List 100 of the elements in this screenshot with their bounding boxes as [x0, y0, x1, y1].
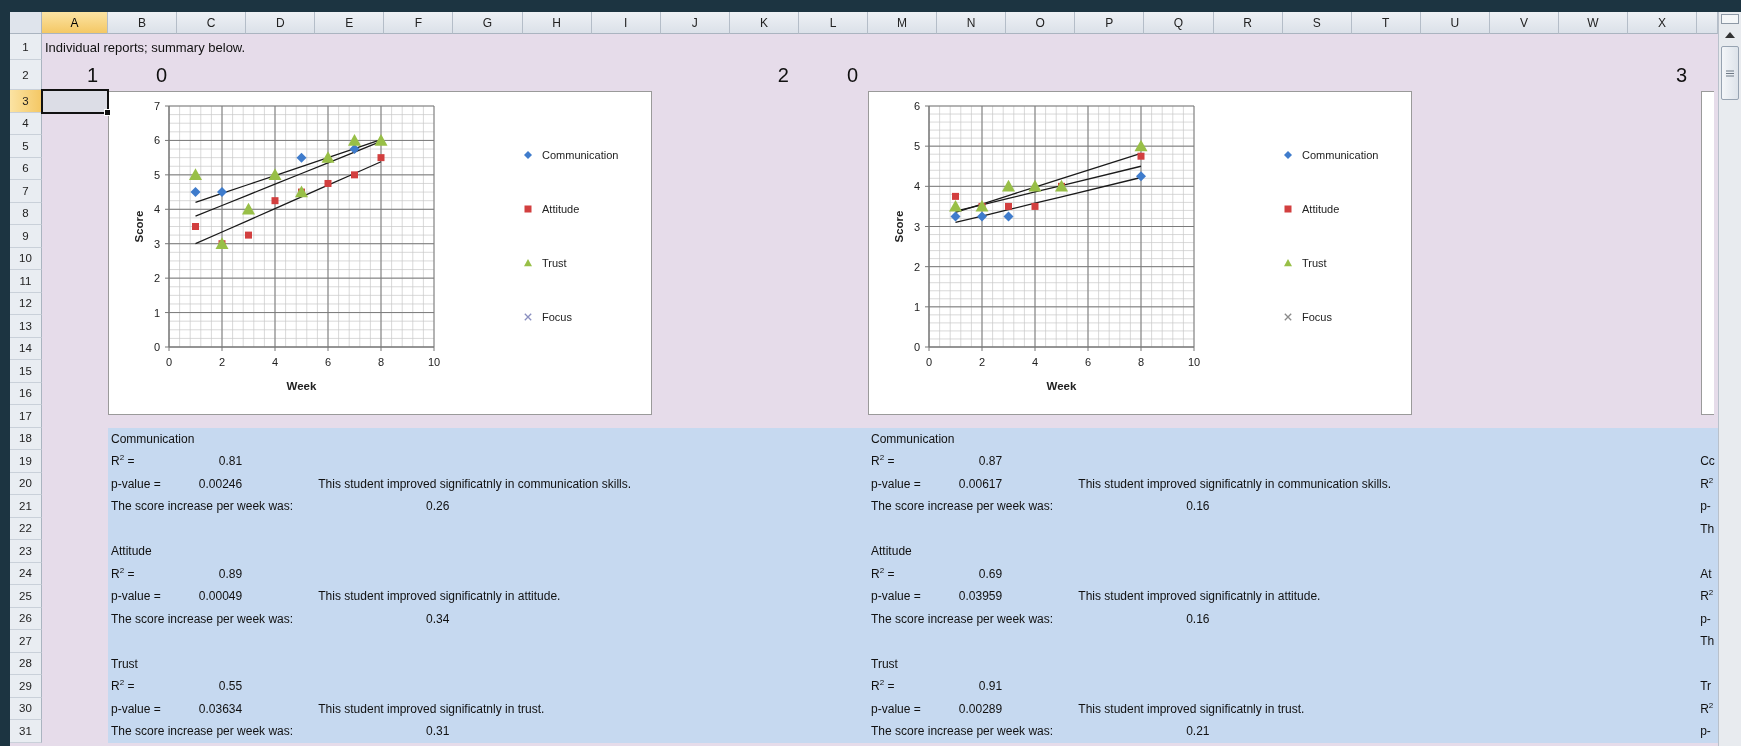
cell-text: R$^{2}$ [1699, 476, 1715, 491]
section-heading: Attitude [870, 544, 913, 559]
cell-text: R$^{2}$ [1699, 589, 1715, 604]
stat-label: R$^{2}$ = [870, 566, 896, 581]
cell-text: Th [1699, 521, 1716, 536]
axis-tick-label: 2 [218, 356, 226, 368]
axis-tick-label: 4 [153, 203, 160, 216]
section-heading: Communication [870, 431, 956, 446]
result-message: This student improved significatnly in communication skills. [1077, 476, 1393, 491]
stat-value: 0.21 [1185, 724, 1211, 739]
stat-value: 0.03634 [197, 701, 244, 716]
axis-tick-label: 2 [913, 260, 921, 273]
stat-label: p-value = [870, 701, 922, 716]
axis-tick-label: 3 [913, 220, 921, 233]
stat-label: p-value = [870, 476, 922, 491]
axis-tick-label: 3 [153, 237, 160, 250]
cell-text: p- [1699, 611, 1712, 626]
axis-tick-label: 6 [913, 100, 921, 112]
stat-value: 0.87 [977, 454, 1004, 469]
axis-tick-label: 1 [913, 300, 921, 313]
report-number: 2 [777, 63, 790, 87]
axis-tick-label: 4 [913, 180, 921, 193]
cell-text: p- [1699, 724, 1712, 739]
section-heading: Trust [870, 656, 899, 671]
legend-label: Attitude [542, 203, 580, 215]
cell-text: Th [1699, 634, 1716, 649]
axis-title: Score [133, 210, 145, 243]
axis-tick-label: 6 [1084, 356, 1092, 368]
axis-tick-label: 6 [153, 134, 160, 147]
axis-title: Score [893, 210, 906, 243]
axis-tick-label: 0 [913, 341, 921, 353]
sheet-title: Individual reports; summary below. [44, 39, 247, 55]
result-message: This student improved significatnly in attitude. [1077, 589, 1322, 604]
stat-label: p-value = [110, 701, 162, 716]
axis-tick-label: 2 [978, 356, 986, 368]
legend-label: Communication [1302, 149, 1379, 161]
stat-label: R$^{2}$ = [870, 454, 896, 469]
result-message: This student improved significatnly in attitude. [317, 589, 562, 604]
cell-text: Cc [1699, 454, 1716, 469]
stat-label: p-value = [870, 589, 922, 604]
axis-tick-label: 1 [153, 306, 160, 319]
report-number: 0 [846, 63, 860, 87]
cell-text: Tr [1699, 679, 1713, 694]
stat-value: 0.16 [1185, 499, 1211, 514]
axis-tick-label: 0 [165, 356, 173, 368]
axis-tick-label: 4 [271, 356, 279, 368]
stat-value: 0.34 [425, 611, 451, 626]
stat-label: R$^{2}$ = [870, 679, 896, 694]
stat-value: 0.55 [217, 679, 244, 694]
stat-label: The score increase per week was: [110, 724, 295, 739]
cell-text: At [1699, 566, 1713, 581]
legend-label: Focus [542, 311, 572, 323]
result-message: This student improved significatnly in trust. [1077, 701, 1306, 716]
cell-text: p- [1699, 499, 1712, 514]
report-number: 0 [155, 63, 169, 87]
stat-value: 0.91 [977, 679, 1004, 694]
section-heading: Trust [110, 656, 139, 671]
stat-value: 0.16 [1185, 611, 1211, 626]
axis-tick-label: 10 [427, 356, 441, 368]
stat-label: The score increase per week was: [110, 499, 295, 514]
axis-tick-label: 8 [377, 356, 385, 368]
axis-title: Week [286, 380, 317, 392]
legend-label: Trust [542, 257, 567, 269]
axis-title: Week [1046, 380, 1077, 392]
report-number: 3 [1676, 63, 1689, 87]
stat-label: The score increase per week was: [870, 611, 1055, 626]
stat-label: R$^{2}$ = [110, 566, 136, 581]
axis-tick-label: 5 [153, 168, 160, 181]
axis-tick-label: 7 [153, 100, 160, 112]
stat-label: R$^{2}$ = [110, 454, 136, 469]
cell-text: R$^{2}$ [1699, 701, 1715, 716]
stat-label: p-value = [110, 476, 162, 491]
stat-value: 0.00617 [957, 476, 1004, 491]
stat-label: The score increase per week was: [870, 724, 1055, 739]
legend-label: Communication [542, 149, 619, 161]
axis-tick-label: 4 [1031, 356, 1039, 368]
axis-tick-label: 0 [925, 356, 933, 368]
stat-value: 0.89 [217, 566, 244, 581]
stat-value: 0.81 [217, 454, 244, 469]
axis-tick-label: 0 [153, 341, 160, 353]
stat-value: 0.03959 [957, 589, 1004, 604]
stat-value: 0.69 [977, 566, 1004, 581]
section-heading: Communication [110, 431, 196, 446]
report-number: 1 [86, 63, 99, 87]
stat-value: 0.31 [425, 724, 451, 739]
legend-label: Attitude [1302, 203, 1340, 215]
stat-label: The score increase per week was: [110, 611, 295, 626]
result-message: This student improved significatnly in trust. [317, 701, 546, 716]
axis-tick-label: 6 [324, 356, 332, 368]
result-message: This student improved significatnly in communication skills. [317, 476, 633, 491]
axis-tick-label: 10 [1187, 356, 1201, 368]
stat-label: p-value = [110, 589, 162, 604]
stat-label: The score increase per week was: [870, 499, 1055, 514]
stat-value: 0.00049 [197, 589, 244, 604]
axis-tick-label: 2 [153, 272, 160, 285]
axis-tick-label: 5 [913, 140, 921, 153]
stat-value: 0.26 [425, 499, 451, 514]
legend-label: Trust [1302, 257, 1327, 269]
legend-label: Focus [1302, 311, 1332, 323]
stat-label: R$^{2}$ = [110, 679, 136, 694]
